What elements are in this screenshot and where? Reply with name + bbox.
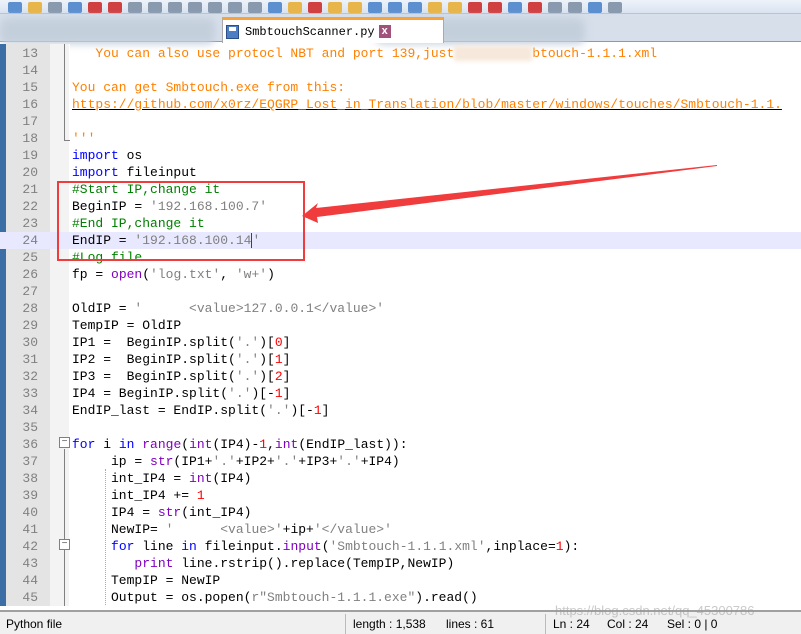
watermark: https://blog.csdn.net/qq_45300786 bbox=[555, 603, 755, 618]
arrow-shape bbox=[302, 165, 717, 223]
file-type: Python file bbox=[6, 617, 63, 631]
sel-readout: Sel : 0 | 0 bbox=[667, 617, 718, 631]
lines-readout: lines : 61 bbox=[446, 617, 495, 631]
annotation-arrow bbox=[302, 165, 717, 223]
ln-readout: Ln : 24 bbox=[553, 617, 590, 631]
col-readout: Col : 24 bbox=[607, 617, 649, 631]
length-readout: length : 1,538 bbox=[353, 617, 426, 631]
